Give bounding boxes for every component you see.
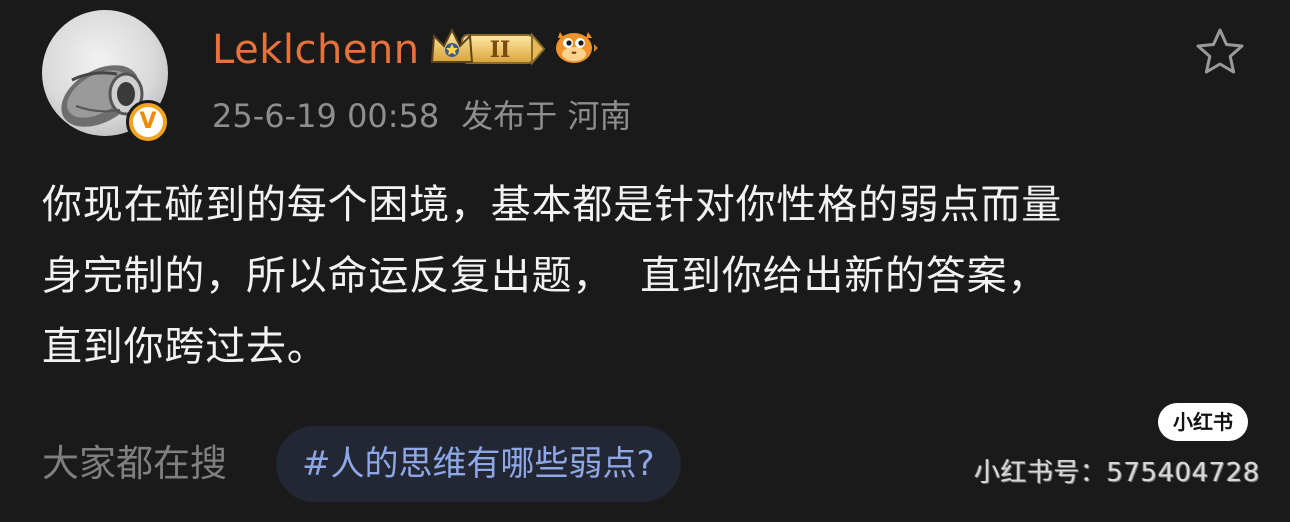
xiaohongshu-id-watermark: 小红书号：575404728 [974,458,1260,488]
topic-chip[interactable]: #人的思维有哪些弱点? [276,426,681,502]
star-outline-icon[interactable] [1194,26,1246,78]
post-body-line: 身完制的，所以命运反复出题， 直到你给出新的答案， [42,253,1049,299]
crown-level-badge-icon: II [430,27,546,66]
post-body-line: 直到你跨过去。 [42,324,328,370]
post-body: 你现在碰到的每个困境，基本都是针对你性格的弱点而量 身完制的，所以命运反复出题，… [42,170,1262,383]
post-meta: 25-6-19 00:58 发布于 河南 [212,94,653,138]
level-badge-text: II [490,37,511,63]
post-location: 发布于 河南 [461,97,632,135]
search-suggestion-label: 大家都在搜 [42,442,227,485]
post-body-line: 你现在碰到的每个困境，基本都是针对你性格的弱点而量 [42,182,1062,228]
username[interactable]: Leklchenn [212,22,420,78]
verified-badge-icon: V [126,100,170,144]
xiaohongshu-logo: 小红书 [1158,403,1248,441]
pufferfish-badge-icon [556,32,598,63]
post-timestamp: 25-6-19 00:58 [212,97,440,135]
